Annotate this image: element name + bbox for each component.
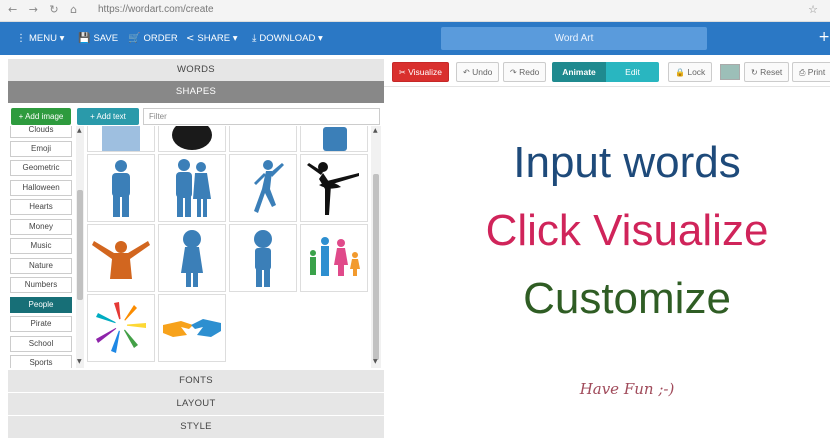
download-icon: ⤓: [252, 33, 257, 44]
head-shape-icon: [172, 126, 212, 150]
category-item[interactable]: Geometric: [10, 160, 72, 176]
shape-grid-scrollbar[interactable]: ▲ ▼: [371, 126, 381, 368]
reset-icon: ↻: [751, 68, 758, 77]
address-bar[interactable]: https://wordart.com/create: [98, 4, 214, 15]
shape-tile[interactable]: [158, 294, 226, 362]
category-item[interactable]: Pirate: [10, 316, 72, 332]
shape-tile[interactable]: [158, 126, 226, 152]
category-item[interactable]: Numbers: [10, 277, 72, 293]
magic-wand-icon: ✂: [399, 68, 406, 77]
shape-tile[interactable]: [158, 154, 226, 222]
canvas-text-line: Customize: [523, 274, 731, 323]
browser-nav-icons[interactable]: ← → ↻ ⌂: [8, 3, 81, 16]
shape-tile[interactable]: [229, 224, 297, 292]
shape-tile[interactable]: [87, 294, 155, 362]
scroll-up-icon[interactable]: ▲: [373, 127, 378, 134]
shape-tile[interactable]: [300, 224, 368, 292]
shape-tile[interactable]: [300, 154, 368, 222]
man-silhouette-icon: [112, 160, 130, 217]
control-bar: ✂ Visualize ↶ Undo ↷ Redo Animate Edit 🔒…: [384, 55, 830, 87]
colorful-hands-icon: [96, 302, 146, 353]
save-button[interactable]: 💾 SAVE: [78, 33, 118, 44]
save-icon: 💾: [78, 33, 91, 44]
undo-button[interactable]: ↶ Undo: [456, 62, 500, 82]
section-style[interactable]: STYLE: [8, 416, 384, 438]
category-item[interactable]: Clouds: [10, 126, 72, 138]
add-text-button[interactable]: + Add text: [77, 108, 139, 125]
shape-tile[interactable]: [300, 126, 368, 152]
edit-tab[interactable]: Edit: [606, 62, 659, 82]
menu-icon: ⋮: [16, 33, 26, 44]
section-shapes[interactable]: SHAPES: [8, 81, 384, 103]
dancer-silhouette-icon: [254, 160, 284, 213]
category-item-selected[interactable]: People: [10, 297, 72, 313]
section-words[interactable]: WORDS: [8, 59, 384, 81]
shape-tile[interactable]: [158, 224, 226, 292]
add-image-button[interactable]: + Add image: [11, 108, 71, 125]
section-fonts[interactable]: FONTS: [8, 370, 384, 392]
canvas-text-line: Have Fun ;-): [579, 380, 675, 398]
artwork-title-field[interactable]: Word Art: [441, 27, 707, 50]
filter-input[interactable]: Filter: [143, 108, 380, 125]
category-item[interactable]: Music: [10, 238, 72, 254]
undo-icon: ↶: [463, 68, 470, 77]
share-button[interactable]: < SHARE ▾: [186, 33, 238, 44]
shape-tile[interactable]: [229, 126, 297, 152]
scroll-down-icon[interactable]: ▼: [373, 358, 378, 365]
canvas-text-line: Click Visualize: [485, 206, 769, 255]
reset-button[interactable]: ↻ Reset: [744, 62, 790, 82]
shape-grid: [87, 126, 370, 368]
category-item[interactable]: Emoji: [10, 141, 72, 157]
background-color-swatch[interactable]: [720, 64, 740, 80]
redo-button[interactable]: ↷ Redo: [503, 62, 547, 82]
category-item[interactable]: Hearts: [10, 199, 72, 215]
canvas-text-line: Input words: [513, 138, 741, 187]
category-item[interactable]: School: [10, 336, 72, 352]
animate-tab[interactable]: Animate: [552, 62, 606, 82]
bookmark-star-icon[interactable]: ☆: [808, 3, 818, 16]
scroll-up-icon[interactable]: ▲: [77, 127, 82, 134]
browser-bar: ← → ↻ ⌂ https://wordart.com/create ☆: [0, 0, 830, 22]
lock-button[interactable]: 🔒 Lock: [668, 62, 713, 82]
category-scrollbar[interactable]: ▲ ▼: [76, 126, 84, 368]
word-art-canvas[interactable]: Input words Click Visualize Customize Ha…: [384, 88, 830, 430]
redo-icon: ↷: [510, 68, 517, 77]
lock-icon: 🔒: [675, 68, 685, 77]
person-shape-icon: [102, 126, 140, 151]
shape-scroll-thumb[interactable]: [373, 174, 379, 360]
printer-icon: ⎙: [799, 68, 806, 77]
scroll-down-icon[interactable]: ▼: [77, 358, 82, 365]
app-toolbar: ⋮ MENU ▾ 💾 SAVE 🛒 ORDER < SHARE ▾ ⤓ DOWN…: [0, 22, 830, 55]
category-scroll-thumb[interactable]: [77, 190, 83, 300]
person-shape-icon: [323, 127, 347, 151]
couple-silhouette-icon: [176, 159, 211, 217]
category-item[interactable]: Money: [10, 219, 72, 235]
print-button[interactable]: ⎙ Print: [792, 62, 830, 82]
category-item[interactable]: Nature: [10, 258, 72, 274]
ballerina-silhouette-icon: [307, 162, 359, 215]
visualize-button[interactable]: ✂ Visualize: [392, 62, 449, 82]
preview-panel: ✂ Visualize ↶ Undo ↷ Redo Animate Edit 🔒…: [384, 55, 830, 430]
order-button[interactable]: 🛒 ORDER: [128, 33, 178, 44]
girl-silhouette-icon: [181, 230, 203, 287]
shape-tile[interactable]: [229, 154, 297, 222]
family-icon: [310, 237, 360, 276]
shape-tile[interactable]: [87, 224, 155, 292]
cheering-person-icon: [92, 241, 150, 279]
category-item[interactable]: Halloween: [10, 180, 72, 196]
boy-silhouette-icon: [254, 230, 272, 287]
section-layout[interactable]: LAYOUT: [8, 393, 384, 415]
cart-icon: 🛒: [128, 33, 141, 44]
plus-icon[interactable]: +: [818, 29, 830, 45]
share-icon: <: [186, 33, 195, 44]
download-button[interactable]: ⤓ DOWNLOAD ▾: [252, 33, 323, 44]
handshake-hands-icon: [163, 319, 221, 337]
category-item[interactable]: Sports: [10, 355, 72, 368]
category-list: Clouds Emoji Geometric Halloween Hearts …: [8, 126, 74, 368]
shape-tile[interactable]: [87, 126, 155, 152]
menu-button[interactable]: ⋮ MENU ▾: [16, 33, 64, 44]
shape-tile[interactable]: [87, 154, 155, 222]
